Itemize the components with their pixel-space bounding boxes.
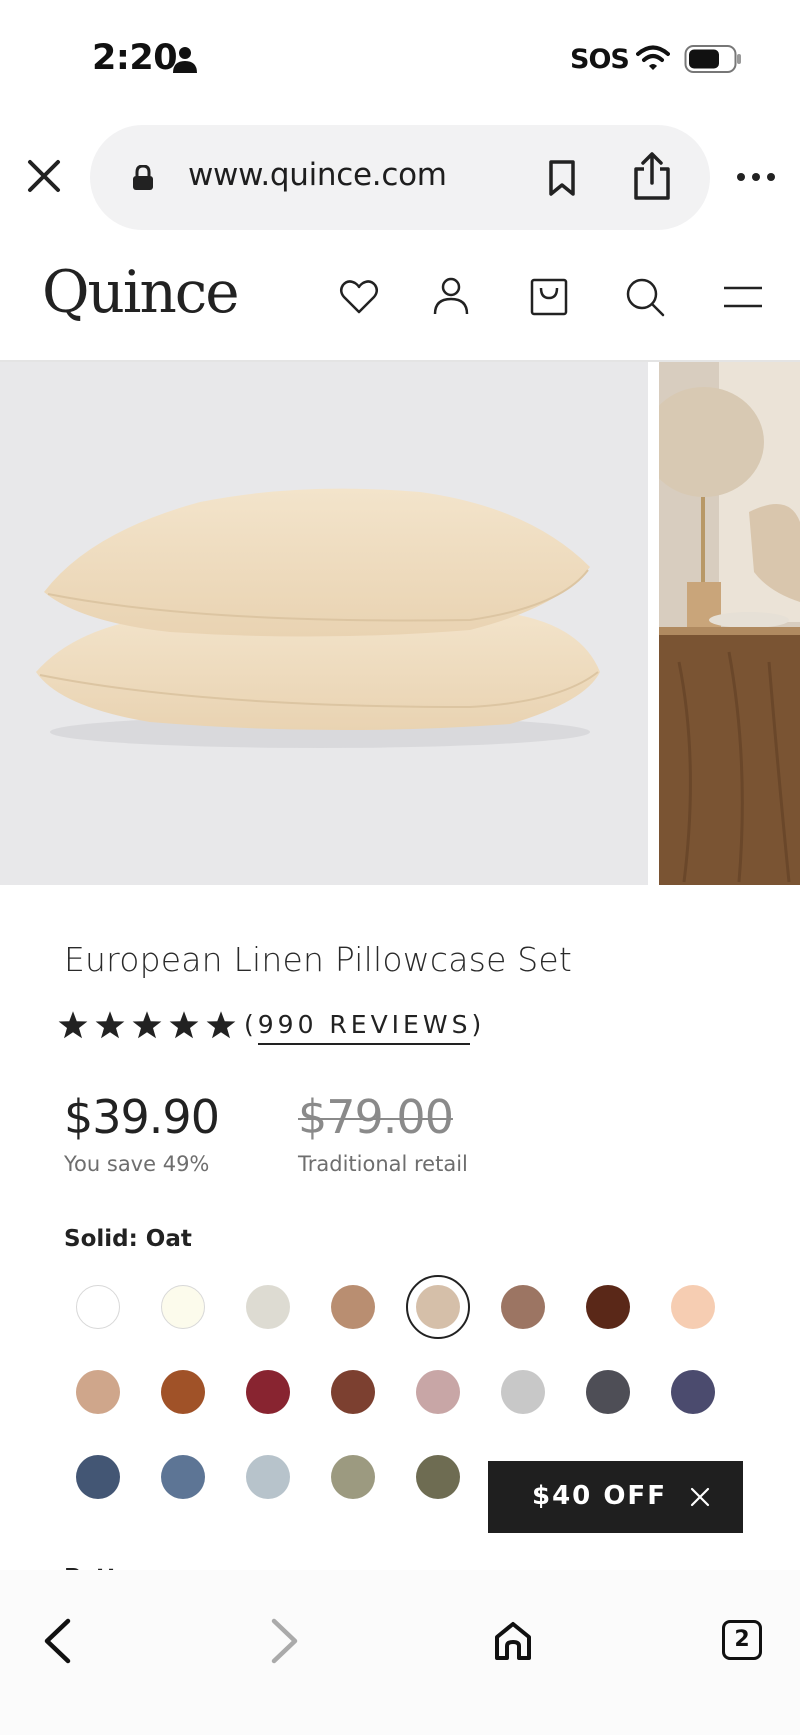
bookmark-icon[interactable] <box>548 159 576 197</box>
color-swatch-olive[interactable] <box>416 1455 460 1499</box>
color-swatch-white[interactable] <box>76 1285 120 1329</box>
product-image-main[interactable] <box>0 362 648 885</box>
color-swatch-navy[interactable] <box>76 1455 120 1499</box>
star-icon <box>206 1011 236 1039</box>
retail-label: Traditional retail <box>298 1152 468 1176</box>
product-title: European Linen Pillowcase Set <box>64 940 573 979</box>
color-swatch-mocha[interactable] <box>501 1285 545 1329</box>
account-icon[interactable] <box>430 276 472 318</box>
close-tab-icon[interactable] <box>24 156 64 196</box>
site-logo[interactable]: Quince <box>42 258 240 326</box>
search-icon[interactable] <box>624 276 666 318</box>
carrier-label: SOS <box>570 44 630 75</box>
menu-icon[interactable] <box>722 276 764 318</box>
tabs-button[interactable]: 2 <box>722 1620 762 1660</box>
star-icon <box>95 1011 125 1039</box>
color-swatch-oat[interactable] <box>416 1285 460 1329</box>
product-image-secondary[interactable] <box>659 362 800 885</box>
star-icon <box>169 1011 199 1039</box>
color-swatch-mauve[interactable] <box>416 1370 460 1414</box>
savings-text: You save 49% <box>64 1152 210 1176</box>
share-icon[interactable] <box>632 151 672 201</box>
color-label: Solid: Oat <box>64 1226 192 1252</box>
color-swatch-rust[interactable] <box>161 1370 205 1414</box>
color-swatch-silver[interactable] <box>501 1370 545 1414</box>
back-icon[interactable] <box>42 1618 72 1664</box>
browser-bottom-bar: 2 <box>0 1570 800 1735</box>
promo-label[interactable]: $40 OFF <box>532 1481 667 1511</box>
sale-price: $39.90 <box>64 1090 220 1144</box>
status-time: 2:20 <box>92 38 178 78</box>
color-swatch-brick[interactable] <box>331 1370 375 1414</box>
pillowcase-image <box>36 488 600 748</box>
wifi-icon <box>636 45 670 70</box>
color-swatch-sage[interactable] <box>331 1455 375 1499</box>
status-bar: 2:20 SOS <box>0 0 800 110</box>
color-swatch-peach[interactable] <box>671 1285 715 1329</box>
star-icon <box>58 1011 88 1039</box>
close-icon[interactable] <box>690 1487 710 1507</box>
star-icon <box>132 1011 162 1039</box>
lock-icon <box>133 165 153 190</box>
color-swatch-terracotta-light[interactable] <box>331 1285 375 1329</box>
reviews-underline <box>258 1043 470 1045</box>
retail-price: $79.00 <box>298 1090 454 1144</box>
lifestyle-image <box>659 362 800 885</box>
battery-icon <box>684 45 741 73</box>
color-swatch-charcoal[interactable] <box>586 1370 630 1414</box>
url-text[interactable]: www.quince.com <box>188 157 447 193</box>
more-icon[interactable] <box>736 170 776 184</box>
home-icon[interactable] <box>493 1620 533 1662</box>
shopping-bag-icon[interactable] <box>528 276 570 318</box>
forward-icon[interactable] <box>270 1618 300 1664</box>
address-bar[interactable]: www.quince.com <box>90 125 710 230</box>
color-swatch-sand[interactable] <box>76 1370 120 1414</box>
color-swatch-ivory[interactable] <box>161 1285 205 1329</box>
color-swatch-light-grey[interactable] <box>246 1285 290 1329</box>
promo-banner[interactable]: $40 OFF <box>488 1461 743 1533</box>
person-icon <box>173 47 197 73</box>
reviews-link[interactable]: (990 REVIEWS) <box>244 1010 485 1039</box>
color-swatch-blue[interactable] <box>161 1455 205 1499</box>
color-swatch-chocolate[interactable] <box>586 1285 630 1329</box>
color-swatch-crimson[interactable] <box>246 1370 290 1414</box>
color-swatch-light-blue[interactable] <box>246 1455 290 1499</box>
rating-stars[interactable] <box>58 1010 236 1044</box>
color-swatch-navy-purple[interactable] <box>671 1370 715 1414</box>
wishlist-heart-icon[interactable] <box>338 276 380 318</box>
